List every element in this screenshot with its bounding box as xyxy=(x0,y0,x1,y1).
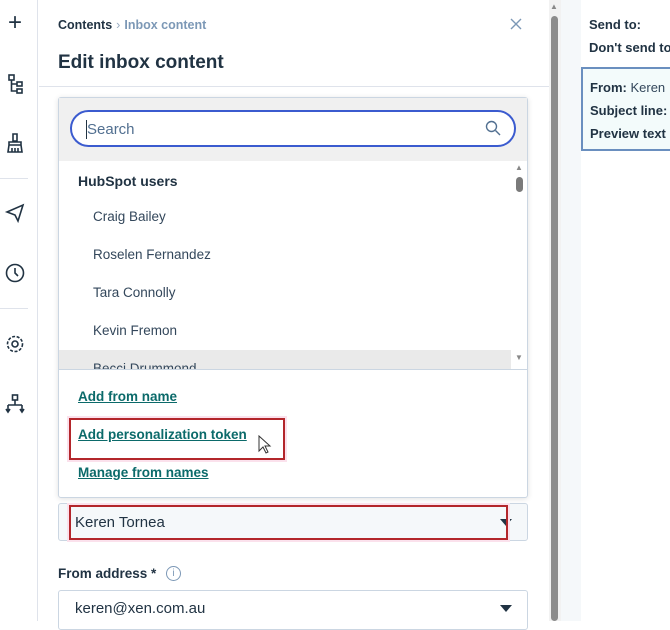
scroll-up-arrow[interactable]: ▲ xyxy=(515,163,523,172)
panel-scrollbar[interactable]: ▲ xyxy=(549,0,561,621)
brush-icon[interactable] xyxy=(4,132,26,154)
breadcrumb: Contents › Inbox content xyxy=(58,18,206,32)
group-header: HubSpot users xyxy=(78,173,178,189)
list-item[interactable]: Roselen Fernandez xyxy=(59,236,511,274)
preview-pane: Send to: Don't send to From: Keren Subje… xyxy=(561,0,670,621)
list-item[interactable]: Kevin Fremon xyxy=(59,312,511,350)
search-placeholder: Search xyxy=(87,121,135,138)
left-nav-rail: + xyxy=(0,0,38,621)
send-icon[interactable] xyxy=(4,202,26,224)
manage-from-names-link[interactable]: Manage from names xyxy=(78,465,209,480)
info-icon[interactable]: i xyxy=(166,566,181,581)
user-list: HubSpot users Craig Bailey Roselen Ferna… xyxy=(59,161,527,369)
clock-icon[interactable] xyxy=(4,262,26,284)
list-item[interactable]: Craig Bailey xyxy=(59,198,511,236)
gear-icon[interactable] xyxy=(4,333,26,355)
send-to-label: Send to: xyxy=(589,17,641,32)
search-icon[interactable] xyxy=(485,120,501,136)
search-row: Search xyxy=(59,98,527,161)
highlight-box xyxy=(69,505,508,540)
list-item[interactable]: Tara Connolly xyxy=(59,274,511,312)
close-icon[interactable] xyxy=(510,18,522,30)
highlight-box xyxy=(69,418,285,460)
dont-send-label: Don't send to xyxy=(589,40,670,55)
from-address-select[interactable]: keren@xen.com.au xyxy=(58,590,528,630)
breadcrumb-parent[interactable]: Contents xyxy=(58,18,112,32)
breadcrumb-separator: › xyxy=(116,18,121,32)
divider xyxy=(39,86,549,87)
mouse-cursor-icon xyxy=(258,435,272,454)
from-value: Keren xyxy=(630,80,666,95)
breadcrumb-current: Inbox content xyxy=(124,18,207,32)
dropdown-actions: Add from name Add personalization token … xyxy=(59,369,527,480)
tree-icon[interactable] xyxy=(4,73,26,95)
add-from-name-link[interactable]: Add from name xyxy=(78,389,177,404)
scroll-thumb[interactable] xyxy=(551,16,558,621)
plus-icon[interactable]: + xyxy=(4,11,26,35)
chevron-down-icon xyxy=(500,605,512,612)
subject-line-label: Subject line: xyxy=(590,103,668,118)
scroll-thumb[interactable] xyxy=(516,177,523,192)
preview-text-label: Preview text xyxy=(590,126,666,141)
from-address-label: From address * xyxy=(58,566,157,581)
list-scrollbar[interactable]: ▲ ▼ xyxy=(512,161,527,369)
hierarchy-icon[interactable] xyxy=(4,393,26,415)
list-item[interactable]: Becci Drummond xyxy=(59,350,511,369)
scroll-up-arrow[interactable]: ▲ xyxy=(550,2,558,11)
from-address-value: keren@xen.com.au xyxy=(75,600,206,617)
search-input[interactable]: Search xyxy=(70,110,516,147)
scroll-down-arrow[interactable]: ▼ xyxy=(515,353,523,362)
from-label: From: xyxy=(590,80,627,95)
preview-header-box[interactable]: From: Keren Subject line: Preview text xyxy=(581,67,670,151)
page-title: Edit inbox content xyxy=(58,52,224,73)
